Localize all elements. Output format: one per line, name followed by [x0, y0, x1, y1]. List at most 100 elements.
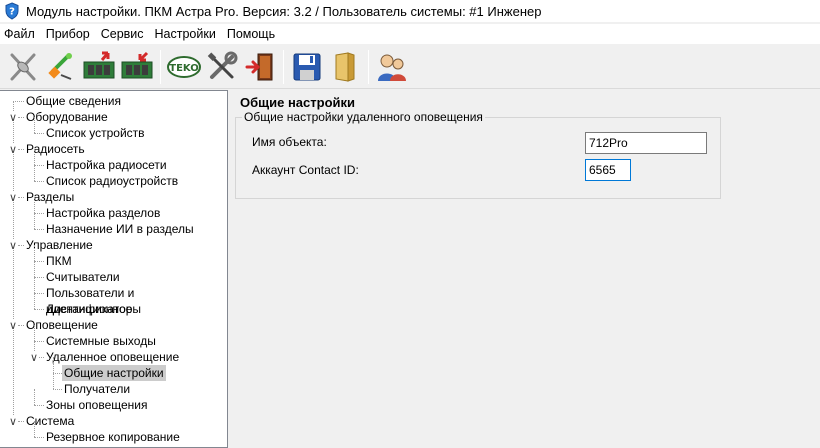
- toolbar-separator: [160, 49, 161, 84]
- tree-guide-line: [34, 293, 35, 309]
- group-title: Общие настройки удаленного оповещения: [242, 110, 485, 124]
- tree-item[interactable]: Общие сведения: [24, 93, 123, 109]
- tree-guide-line: [34, 341, 44, 342]
- read-from-device-icon: [83, 51, 115, 78]
- teko-logo-icon: TEKO: [167, 55, 201, 78]
- tree-guide-line: [53, 373, 54, 389]
- tree-guide-line: [34, 165, 44, 166]
- tree-guide-line: [53, 389, 62, 390]
- remote-notification-group: Общие настройки удаленного оповещения: [235, 110, 721, 199]
- users-icon: [378, 54, 406, 81]
- tree-guide-line: [34, 261, 35, 277]
- tree-item[interactable]: Получатели: [62, 381, 132, 397]
- tree-guide-line: [34, 421, 35, 437]
- save-button[interactable]: [288, 48, 326, 86]
- exit-button[interactable]: [241, 48, 279, 86]
- menu-device[interactable]: Прибор: [41, 27, 96, 41]
- open-button[interactable]: [326, 48, 364, 86]
- tree-guide-line: [34, 245, 35, 261]
- menu-file[interactable]: Файл: [0, 27, 41, 41]
- tree-item[interactable]: Оповещение: [24, 317, 100, 333]
- tree-guide-line: [34, 165, 35, 181]
- usb-connect-icon: [48, 52, 72, 80]
- menu-help[interactable]: Помощь: [222, 27, 281, 41]
- shield-question-icon: ?: [5, 2, 19, 20]
- tree-item[interactable]: Резервное копирование: [44, 429, 182, 445]
- save-icon: [293, 53, 321, 80]
- tree-expander-icon[interactable]: ∨: [8, 144, 18, 156]
- navigation-tree: Общие сведения ∨ Оборудование Список устрой…: [0, 90, 228, 448]
- tree-item[interactable]: ПКМ: [44, 253, 74, 269]
- write-to-device-icon: [121, 51, 153, 78]
- disconnect-button[interactable]: [4, 48, 42, 86]
- open-folder-icon: [335, 51, 355, 82]
- tree-guide-line: [34, 213, 44, 214]
- disconnect-icon: [10, 53, 36, 80]
- tree-guide-line: [34, 197, 35, 213]
- tree-guide-line: [34, 261, 44, 262]
- tree-guide-line: [34, 149, 35, 165]
- tree-guide-line: [34, 133, 44, 134]
- toolbar: TEKO: [0, 45, 820, 89]
- tree-guide-line: [34, 437, 44, 438]
- tree-guide-line: [34, 277, 35, 293]
- tree-expander-icon[interactable]: ∨: [8, 416, 18, 428]
- title-bar: ? Модуль настройки. ПКМ Астра Pro. Верси…: [0, 0, 820, 22]
- tree-guide-line: [53, 357, 54, 373]
- tree-item[interactable]: Пользователи и идентификаторы: [44, 285, 227, 316]
- toolbar-separator: [283, 49, 284, 84]
- tree-guide-line: [34, 309, 44, 310]
- page-title: Общие настройки: [240, 95, 355, 110]
- tree-guide-line: [34, 389, 35, 405]
- tree-item[interactable]: Оборудование: [24, 109, 110, 125]
- tree-guide-line: [34, 229, 44, 230]
- object-name-input[interactable]: [585, 132, 707, 154]
- write-to-device-button[interactable]: [118, 48, 156, 86]
- tools-button[interactable]: [203, 48, 241, 86]
- tree-item[interactable]: Разделы: [24, 189, 76, 205]
- menu-service[interactable]: Сервис: [96, 27, 150, 41]
- tree-item[interactable]: Система: [24, 413, 76, 429]
- object-name-label: Имя объекта:: [252, 135, 327, 149]
- tree-guide-line: [34, 181, 44, 182]
- tree-item[interactable]: Настройка разделов: [44, 205, 162, 221]
- tree-guide-line: [34, 213, 35, 229]
- usb-connect-button[interactable]: [42, 48, 80, 86]
- teko-button[interactable]: TEKO: [165, 48, 203, 86]
- tree-expander-icon[interactable]: ∨: [8, 192, 18, 204]
- contact-id-label: Аккаунт Contact ID:: [252, 163, 359, 177]
- tree-item[interactable]: Список радиоустройств: [44, 173, 180, 189]
- svg-text:?: ?: [9, 7, 15, 18]
- tree-guide-line: [34, 405, 44, 406]
- tree-item[interactable]: Дистанционное: [44, 301, 134, 317]
- users-button[interactable]: [373, 48, 411, 86]
- exit-icon: [245, 53, 273, 80]
- window-title: Модуль настройки. ПКМ Астра Pro. Версия:…: [26, 3, 542, 19]
- contact-id-input[interactable]: [585, 159, 631, 181]
- tree-item-selected[interactable]: Общие настройки: [62, 365, 166, 381]
- tree-item[interactable]: Настройка радиосети: [44, 157, 169, 173]
- menu-bar: Файл Прибор Сервис Настройки Помощь: [0, 24, 820, 44]
- tree-expander-icon[interactable]: ∨: [8, 112, 18, 124]
- tree-item[interactable]: Назначение ИИ в разделы: [44, 221, 196, 237]
- read-from-device-button[interactable]: [80, 48, 118, 86]
- tree-expander-icon[interactable]: ∨: [8, 240, 18, 252]
- tree-item[interactable]: Зоны оповещения: [44, 397, 150, 413]
- menu-settings[interactable]: Настройки: [150, 27, 222, 41]
- tree-expander-icon[interactable]: ∨: [29, 352, 39, 364]
- tree-guide-line: [34, 117, 35, 133]
- tree-guide-line: [34, 325, 35, 341]
- tree-guide-line: [34, 293, 44, 294]
- tree-expander-icon[interactable]: ∨: [8, 320, 18, 332]
- tree-item[interactable]: Список устройств: [44, 125, 147, 141]
- tree-item[interactable]: Считыватели: [44, 269, 122, 285]
- settings-panel: Общие настройки Общие настройки удаленно…: [232, 90, 820, 448]
- tree-guide-line: [34, 277, 44, 278]
- tools-icon: [207, 51, 238, 79]
- teko-logo-text: TEKO: [169, 63, 198, 74]
- tree-item[interactable]: Системные выходы: [44, 333, 158, 349]
- tree-guide-line: [53, 373, 62, 374]
- tree-guide-line: [13, 101, 24, 102]
- tree-item[interactable]: Удаленное оповещение: [44, 349, 181, 365]
- toolbar-separator: [368, 49, 369, 84]
